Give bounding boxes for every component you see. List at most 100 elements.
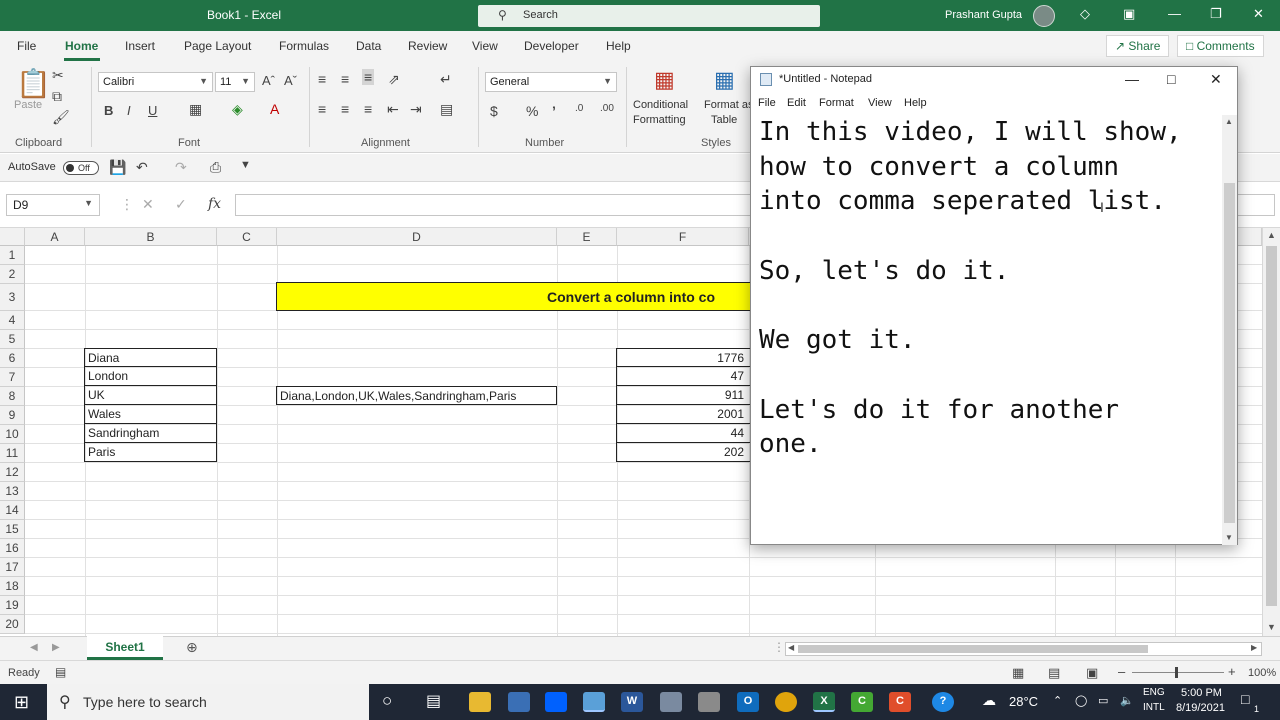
row-header[interactable]: 2 (0, 265, 25, 284)
notification-icon[interactable]: □ (1241, 691, 1249, 707)
notepad-vertical-scrollbar[interactable]: ▲ ▼ (1222, 115, 1237, 545)
language-line-1[interactable]: ENG (1143, 687, 1165, 698)
cell-f8[interactable]: 911 (616, 386, 756, 405)
column-header-c[interactable]: C (217, 228, 277, 246)
tab-help[interactable]: Help (606, 39, 631, 53)
align-top-icon[interactable]: ≡ (318, 71, 326, 87)
dropbox-icon[interactable] (545, 692, 567, 712)
title-banner-cell[interactable]: Convert a column into co (276, 282, 756, 311)
snipping-tool-icon[interactable] (660, 692, 682, 712)
tab-review[interactable]: Review (408, 39, 447, 53)
comma-style-icon[interactable]: ’ (552, 103, 556, 119)
notepad-title-bar[interactable]: *Untitled - Notepad — □ ✕ (751, 67, 1237, 93)
outlook-icon[interactable]: O (737, 692, 759, 712)
select-all-corner[interactable] (0, 228, 25, 246)
vertical-scrollbar[interactable]: ▲ ▼ (1262, 228, 1280, 636)
font-color-icon[interactable]: A (270, 101, 279, 117)
scroll-up-icon[interactable]: ▲ (1225, 117, 1233, 126)
borders-icon[interactable]: ▦ (189, 101, 202, 118)
row-header[interactable]: 15 (0, 520, 25, 539)
row-header[interactable]: 9 (0, 406, 25, 425)
tab-file[interactable]: File (17, 39, 36, 53)
minimize-icon[interactable]: — (1168, 6, 1181, 21)
camtasia-green-icon[interactable]: C (851, 692, 873, 712)
row-header[interactable]: 7 (0, 368, 25, 387)
currency-icon[interactable]: $ (490, 103, 498, 119)
column-header-b[interactable]: B (85, 228, 217, 246)
decrease-indent-icon[interactable]: ⇤ (387, 101, 399, 118)
share-button[interactable]: ↗ Share (1106, 35, 1170, 57)
search-box[interactable]: ⚲ Search (478, 5, 820, 27)
align-center-icon[interactable]: ≡ (341, 101, 349, 117)
cell-f10[interactable]: 44 (616, 424, 756, 443)
notepad-menu-help[interactable]: Help (904, 97, 927, 109)
scroll-right-icon[interactable]: ▶ (1251, 643, 1257, 652)
restore-icon[interactable]: ❐ (1210, 6, 1222, 22)
conditional-formatting-icon[interactable]: ▦ (654, 67, 675, 93)
file-explorer-icon[interactable] (469, 692, 491, 712)
cell-f7[interactable]: 47 (616, 367, 756, 386)
decrease-font-icon[interactable]: Aˇ (284, 73, 297, 88)
add-sheet-icon[interactable]: ⊕ (186, 639, 198, 656)
scroll-left-icon[interactable]: ◀ (788, 643, 794, 652)
close-icon[interactable]: ✕ (1210, 71, 1222, 88)
autosave-toggle[interactable]: Off (63, 161, 99, 175)
tab-data[interactable]: Data (356, 39, 381, 53)
sheet-tab-sheet1[interactable]: Sheet1 (87, 636, 163, 660)
page-break-view-icon[interactable]: ▣ (1086, 665, 1098, 681)
enter-icon[interactable]: ✓ (175, 196, 187, 213)
tab-formulas[interactable]: Formulas (279, 39, 329, 53)
row-header[interactable]: 18 (0, 577, 25, 596)
align-right-icon[interactable]: ≡ (364, 101, 372, 117)
cell-b9[interactable]: Wales (84, 405, 217, 424)
customize-qat-icon[interactable]: ▼ (240, 159, 251, 171)
chrome-icon[interactable] (775, 692, 797, 712)
row-header[interactable]: 1 (0, 246, 25, 265)
printer-app-icon[interactable] (698, 692, 720, 712)
cut-icon[interactable]: ✂ (52, 67, 64, 84)
row-header[interactable]: 5 (0, 330, 25, 349)
cell-b6[interactable]: Diana (84, 348, 217, 367)
comments-button[interactable]: □ Comments (1177, 35, 1264, 57)
normal-view-icon[interactable]: ▦ (1012, 665, 1024, 681)
zoom-out-icon[interactable]: – (1118, 664, 1125, 679)
column-header-d[interactable]: D (277, 228, 557, 246)
notepad-taskbar-icon[interactable] (583, 692, 605, 712)
avatar[interactable] (1033, 5, 1055, 27)
copy-icon[interactable]: ⧉ (52, 88, 62, 105)
row-header[interactable]: 16 (0, 539, 25, 558)
help-icon[interactable]: ? (932, 692, 954, 712)
temperature[interactable]: 28°C (1009, 694, 1038, 709)
taskbar-search[interactable]: ⚲ Type here to search (47, 684, 369, 720)
windows-start-icon[interactable]: ⊞ (14, 692, 29, 713)
scroll-down-icon[interactable]: ▼ (1225, 533, 1233, 542)
align-left-icon[interactable]: ≡ (318, 101, 326, 117)
page-layout-view-icon[interactable]: ▤ (1048, 665, 1060, 681)
cancel-icon[interactable]: ✕ (142, 196, 154, 213)
align-middle-icon[interactable]: ≡ (341, 71, 349, 87)
increase-font-icon[interactable]: Aˆ (262, 73, 275, 88)
zoom-slider[interactable] (1132, 672, 1224, 673)
horizontal-scrollbar[interactable]: ◀ ▶ (785, 642, 1262, 656)
tab-home[interactable]: Home (65, 39, 98, 53)
volume-icon[interactable]: 🔈 (1120, 694, 1134, 707)
row-header[interactable]: 20 (0, 615, 25, 634)
merge-center-icon[interactable]: ▤ (440, 101, 453, 118)
clock-time[interactable]: 5:00 PM (1181, 687, 1222, 699)
align-bottom-icon[interactable]: ≡ (362, 69, 375, 85)
notepad-menu-view[interactable]: View (868, 97, 892, 109)
increase-decimal-icon[interactable]: .0 (575, 103, 583, 114)
underline-icon[interactable]: U (148, 103, 157, 118)
macro-record-icon[interactable]: ▤ (55, 665, 66, 679)
network-icon[interactable]: ▭ (1098, 694, 1108, 707)
user-name[interactable]: Prashant Gupta (945, 9, 1022, 21)
zoom-level[interactable]: 100% (1248, 667, 1276, 679)
orientation-icon[interactable]: ⇗ (388, 71, 400, 88)
row-header[interactable]: 6 (0, 349, 25, 368)
font-name-select[interactable]: Calibri ▼ (98, 72, 213, 92)
zoom-slider-thumb[interactable] (1175, 667, 1178, 678)
row-header[interactable]: 8 (0, 387, 25, 406)
redo-icon[interactable]: ↷ (175, 159, 187, 176)
excel-taskbar-icon[interactable]: X (813, 692, 835, 712)
previous-sheet-icon[interactable]: ◀ (30, 642, 38, 653)
